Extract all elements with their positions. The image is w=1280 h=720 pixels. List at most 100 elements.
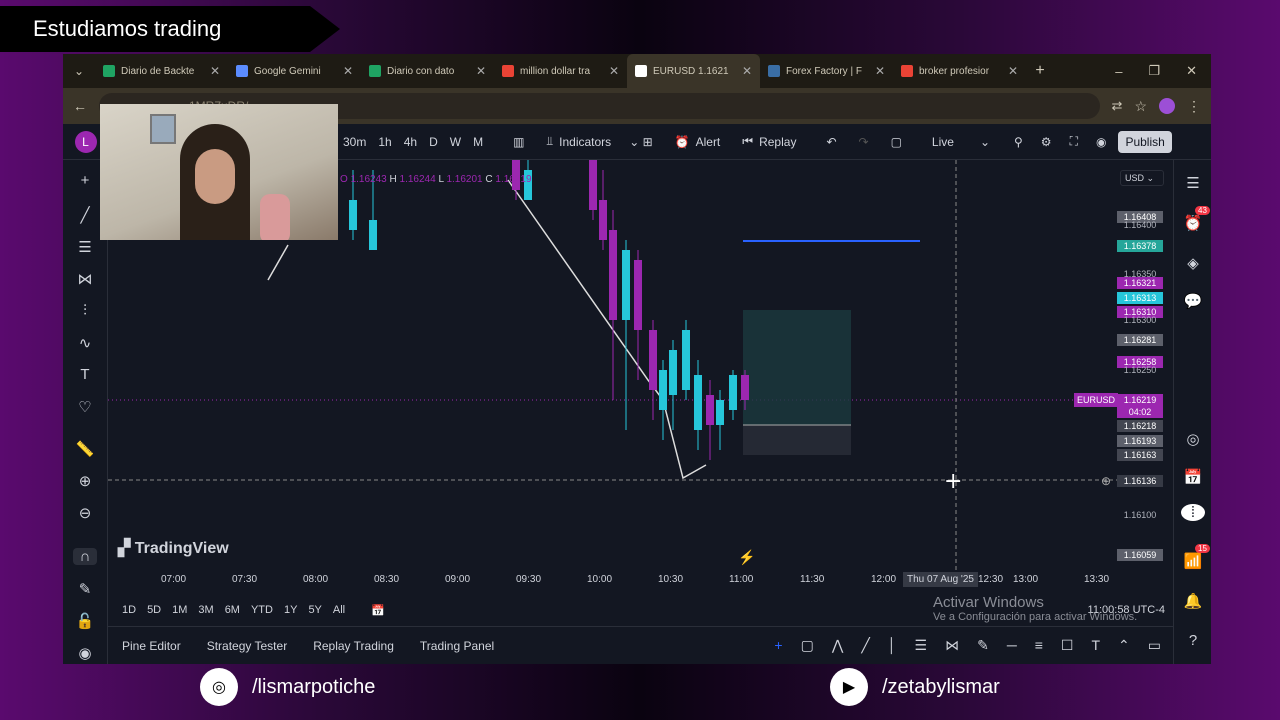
replay-icon[interactable]: ⏮ [742,134,753,149]
back-icon[interactable]: ← [73,98,87,114]
position-icon[interactable]: ⫶ [73,302,97,319]
candle-type-icon[interactable]: ▥ [513,135,524,149]
restore-icon[interactable]: ❐ [1148,63,1160,79]
quick-search-icon[interactable]: ⚲ [1014,135,1023,149]
calendar-icon[interactable]: 📅 [1181,468,1205,486]
text-tool-icon-bottom[interactable]: T [1091,637,1100,654]
fib-tool-icon[interactable]: ≡ [1035,637,1043,654]
user-avatar[interactable]: L [74,130,97,153]
layers-icon[interactable]: ◈ [1181,254,1205,272]
line-tool-icon[interactable]: ╱ [861,637,869,654]
new-tab-button[interactable]: + [1026,62,1054,80]
callout-tool-icon[interactable]: ☐ [1061,637,1074,654]
profile-icon[interactable] [1159,98,1175,114]
tab-1[interactable]: Google Gemini ✕ [228,54,361,88]
timeframe-W[interactable]: W [450,135,461,149]
bottom-tab-3[interactable]: Trading Panel [420,639,494,653]
hline-tool-icon[interactable]: ─ [1007,637,1017,654]
timeframe-1h[interactable]: 1h [378,135,391,149]
range-5D[interactable]: 5D [147,604,161,616]
indicators-icon[interactable]: ⫫ [546,134,553,149]
tab-4[interactable]: EURUSD 1.1621 ✕ [627,54,760,88]
alerts-clock-icon[interactable]: ⏰ [1181,214,1205,232]
translate-icon[interactable]: ⇄ [1112,98,1123,114]
position-tool-icon[interactable]: ☰ [915,637,928,654]
crosshair-icon[interactable]: + [73,172,97,189]
layout-icon[interactable]: ▢ [891,135,902,149]
help-icon[interactable]: ? [1181,632,1205,649]
range-5Y[interactable]: 5Y [308,604,321,616]
signal-icon[interactable]: 📶 [1181,552,1205,570]
chat-icon[interactable]: 💬 [1181,292,1205,310]
alert-button[interactable]: Alert [696,135,721,149]
tab-close-icon[interactable]: ✕ [210,64,220,78]
timeframe-30m[interactable]: 30m [343,135,366,149]
lock-drawing-icon[interactable]: ✎ [73,580,97,598]
timeframe-4h[interactable]: 4h [404,135,417,149]
date-range-icon[interactable]: 📅 [371,604,385,617]
tab-close-icon[interactable]: ✕ [609,64,619,78]
redo-icon[interactable]: ↷ [859,135,869,149]
range-1D[interactable]: 1D [122,604,136,616]
maximize-panel-icon[interactable]: ▭ [1148,637,1161,654]
favorites-heart-icon[interactable]: ♡ [73,398,97,416]
crosshair-tool-icon[interactable]: + [774,637,782,654]
ruler-icon[interactable]: 📏 [73,440,97,458]
minimize-icon[interactable]: – [1115,64,1122,79]
price-axis[interactable]: 1.16408 1.16400 1.16378 1.16350 1.16321 1.163… [1113,160,1171,570]
tab-close-icon[interactable]: ✕ [742,64,752,78]
vline-tool-icon[interactable]: │ [888,637,897,654]
range-All[interactable]: All [333,604,345,616]
magnet-icon[interactable]: ∩ [73,548,97,565]
range-YTD[interactable]: YTD [251,604,273,616]
tab-6[interactable]: broker profesior ✕ [893,54,1026,88]
tab-close-icon[interactable]: ✕ [476,64,486,78]
tab-search-icon[interactable]: ⌄ [63,64,95,78]
fullscreen-icon[interactable]: ⛶ [1070,134,1078,149]
rect-tool-icon[interactable]: ▢ [801,637,814,654]
currency-select[interactable]: USD ⌄ [1120,170,1164,186]
bookmark-star-icon[interactable]: ☆ [1134,98,1147,115]
tab-close-icon[interactable]: ✕ [1008,64,1018,78]
range-3M[interactable]: 3M [198,604,213,616]
live-button[interactable]: Live [932,135,954,149]
fib-icon[interactable]: ☰ [73,238,97,256]
range-1M[interactable]: 1M [172,604,187,616]
pattern-icon[interactable]: ⋈ [73,270,97,288]
bottom-tab-0[interactable]: Pine Editor [122,639,181,653]
replay-button[interactable]: Replay [759,135,796,149]
live-chevron-icon[interactable]: ⌄ [980,135,990,149]
undo-icon[interactable]: ↶ [826,135,836,149]
close-window-icon[interactable]: ✕ [1186,63,1197,79]
bell-icon[interactable]: 🔔 [1181,592,1205,610]
pattern-tool-icon[interactable]: ⋈ [945,637,959,654]
tab-3[interactable]: million dollar tra ✕ [494,54,627,88]
bottom-tab-2[interactable]: Replay Trading [313,639,394,653]
tab-2[interactable]: Diario con dato ✕ [361,54,494,88]
tab-close-icon[interactable]: ✕ [343,64,353,78]
brush-tool-icon[interactable]: ✎ [977,637,989,654]
apps-grid-icon[interactable]: ⁞ [1181,504,1205,521]
tab-5[interactable]: Forex Factory | F ✕ [760,54,893,88]
brush-icon[interactable]: ∿ [73,334,97,352]
menu-dots-icon[interactable]: ⋮ [1187,98,1201,115]
add-alert-icon[interactable]: ⊕ [1101,474,1111,488]
settings-icon[interactable]: ⚙ [1041,135,1052,149]
target-icon[interactable]: ◎ [1181,430,1205,448]
range-1Y[interactable]: 1Y [284,604,297,616]
collapse-icon[interactable]: ⌃ [1118,637,1130,654]
bottom-tab-1[interactable]: Strategy Tester [207,639,287,653]
eye-icon[interactable]: ◉ [73,644,97,662]
lock-icon[interactable]: 🔓 [73,612,97,630]
timeframe-M[interactable]: M [473,135,483,149]
layouts-icon[interactable]: ⌄ ⊞ [629,135,652,149]
zoom-out-icon[interactable]: ⊖ [73,504,97,522]
path-tool-icon[interactable]: ⋀ [832,637,843,654]
alert-icon[interactable]: ⏰ [675,135,690,149]
tab-0[interactable]: Diario de Backte ✕ [95,54,228,88]
text-tool-icon[interactable]: T [73,366,97,383]
time-axis[interactable]: 07:00 07:30 08:00 08:30 09:00 09:30 10:00 10:30… [108,570,1173,594]
publish-button[interactable]: Publish [1118,130,1172,153]
range-6M[interactable]: 6M [225,604,240,616]
indicators-button[interactable]: Indicators [559,135,611,149]
